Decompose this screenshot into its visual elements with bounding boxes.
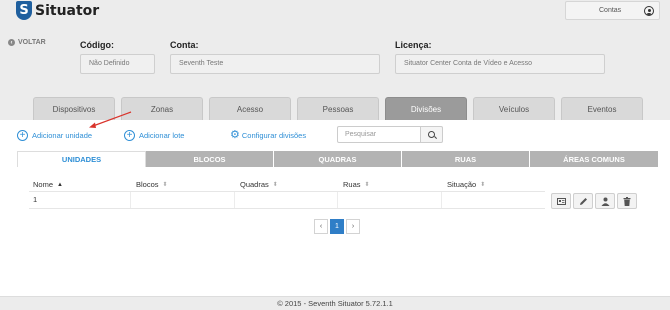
cell-ruas <box>338 192 442 208</box>
footer: © 2015 - Seventh Situator 5.72.1.1 <box>0 296 670 310</box>
tab-pessoas[interactable]: Pessoas <box>297 97 379 120</box>
column-header-ruas[interactable]: Ruas ⬍ <box>343 180 370 189</box>
subtab-ruas[interactable]: RUAS <box>402 151 530 167</box>
gear-icon: ⚙ <box>230 129 240 141</box>
user-icon <box>644 6 654 16</box>
plus-icon: + <box>17 130 28 141</box>
column-label: Blocos <box>136 180 159 189</box>
add-batch-label: Adicionar lote <box>139 131 185 140</box>
logo[interactable]: S Situator <box>16 1 99 20</box>
edit-button[interactable] <box>573 193 593 209</box>
configure-divisions-label: Configurar divisões <box>241 131 307 140</box>
search-input[interactable]: Pesquisar <box>337 126 421 143</box>
main-tabs: Dispositivos Zonas Acesso Pessoas Divisõ… <box>33 97 649 120</box>
people-button[interactable] <box>595 193 615 209</box>
account-label: Contas <box>599 7 622 14</box>
sort-icon: ⬍ <box>272 181 278 188</box>
back-button[interactable]: ‹ VOLTAR <box>8 39 46 46</box>
cell-blocos <box>131 192 235 208</box>
column-label: Nome <box>33 180 54 189</box>
column-label: Ruas <box>343 180 361 189</box>
column-header-nome[interactable]: Nome ▲ <box>33 180 63 189</box>
table-row[interactable]: 1 <box>29 191 545 209</box>
tab-acesso[interactable]: Acesso <box>209 97 291 120</box>
back-icon: ‹ <box>8 39 15 46</box>
trash-icon <box>623 196 631 206</box>
add-unit-button[interactable]: + Adicionar unidade <box>17 130 92 141</box>
pencil-icon <box>579 197 587 205</box>
add-batch-button[interactable]: + Adicionar lote <box>124 130 184 141</box>
division-tabs: UNIDADES BLOCOS QUADRAS RUAS ÁREAS COMUN… <box>17 151 658 167</box>
subtab-unidades[interactable]: UNIDADES <box>17 151 146 167</box>
details-button[interactable] <box>551 193 571 209</box>
codigo-field[interactable]: Não Definido <box>80 54 155 74</box>
configure-divisions-button[interactable]: ⚙ Configurar divisões <box>230 130 306 141</box>
sort-icon: ⬍ <box>480 181 486 188</box>
conta-label: Conta: <box>170 40 199 50</box>
pagination-page-1[interactable]: 1 <box>330 219 344 234</box>
column-label: Situação <box>447 180 477 189</box>
subtab-areas-comuns[interactable]: ÁREAS COMUNS <box>530 151 658 167</box>
back-label: VOLTAR <box>18 39 46 46</box>
person-icon <box>601 197 609 206</box>
licenca-field[interactable]: Situator Center Conta de Vídeo e Acesso <box>395 54 605 74</box>
subtab-blocos[interactable]: BLOCOS <box>146 151 274 167</box>
sort-icon: ⬍ <box>364 181 370 188</box>
column-header-blocos[interactable]: Blocos ⬍ <box>136 180 168 189</box>
top-bar: S Situator Contas <box>0 0 670 22</box>
cell-quadras <box>235 192 338 208</box>
column-label: Quadras <box>240 180 269 189</box>
column-header-quadras[interactable]: Quadras ⬍ <box>240 180 278 189</box>
search-icon <box>428 131 435 138</box>
tab-dispositivos[interactable]: Dispositivos <box>33 97 115 120</box>
tab-veiculos[interactable]: Veículos <box>473 97 555 120</box>
add-unit-label: Adicionar unidade <box>32 131 93 140</box>
delete-button[interactable] <box>617 193 637 209</box>
pagination-prev[interactable]: ‹ <box>314 219 328 234</box>
sort-asc-icon: ▲ <box>57 181 63 188</box>
account-button[interactable]: Contas <box>565 1 660 20</box>
logo-shield-icon: S <box>16 1 32 20</box>
conta-field[interactable]: Seventh Teste <box>170 54 380 74</box>
cell-situacao <box>442 192 545 208</box>
plus-icon: + <box>124 130 135 141</box>
tab-divisoes[interactable]: Divisões <box>385 97 467 120</box>
cell-nome: 1 <box>29 192 131 208</box>
id-card-icon <box>556 197 566 205</box>
tab-eventos[interactable]: Eventos <box>561 97 643 120</box>
subtab-quadras[interactable]: QUADRAS <box>274 151 402 167</box>
search-button[interactable] <box>421 126 443 143</box>
codigo-label: Código: <box>80 40 114 50</box>
column-header-situacao[interactable]: Situação ⬍ <box>447 180 485 189</box>
pagination-next[interactable]: › <box>346 219 360 234</box>
licenca-label: Licença: <box>395 40 432 50</box>
logo-text: Situator <box>35 2 100 19</box>
sort-icon: ⬍ <box>162 181 168 188</box>
tab-zonas[interactable]: Zonas <box>121 97 203 120</box>
